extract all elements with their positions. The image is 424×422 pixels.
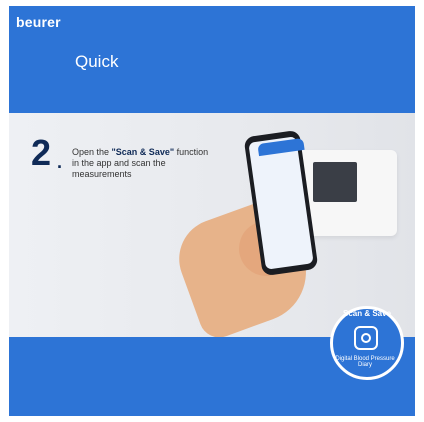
- badge-bottom-text: Digital Blood Pressure Diary: [335, 356, 395, 368]
- camera-icon: [354, 326, 378, 350]
- monitor-screen: [313, 162, 357, 202]
- step-description: Open the "Scan & Save" function in the a…: [72, 147, 212, 180]
- frame: beurer Quick 2 . Open the "Scan & Save" …: [9, 6, 415, 416]
- step-number: 2: [31, 132, 52, 173]
- top-band: beurer Quick: [9, 6, 415, 113]
- canvas: beurer Quick 2 . Open the "Scan & Save" …: [0, 0, 424, 422]
- headline: Quick: [75, 52, 119, 71]
- badge-top-text: Scan & Save: [342, 309, 392, 318]
- brand-logo: beurer: [16, 14, 61, 30]
- step-text-highlight: "Scan & Save": [111, 147, 175, 157]
- step-text-prefix: Open the: [72, 147, 112, 157]
- step-dot: .: [57, 152, 63, 172]
